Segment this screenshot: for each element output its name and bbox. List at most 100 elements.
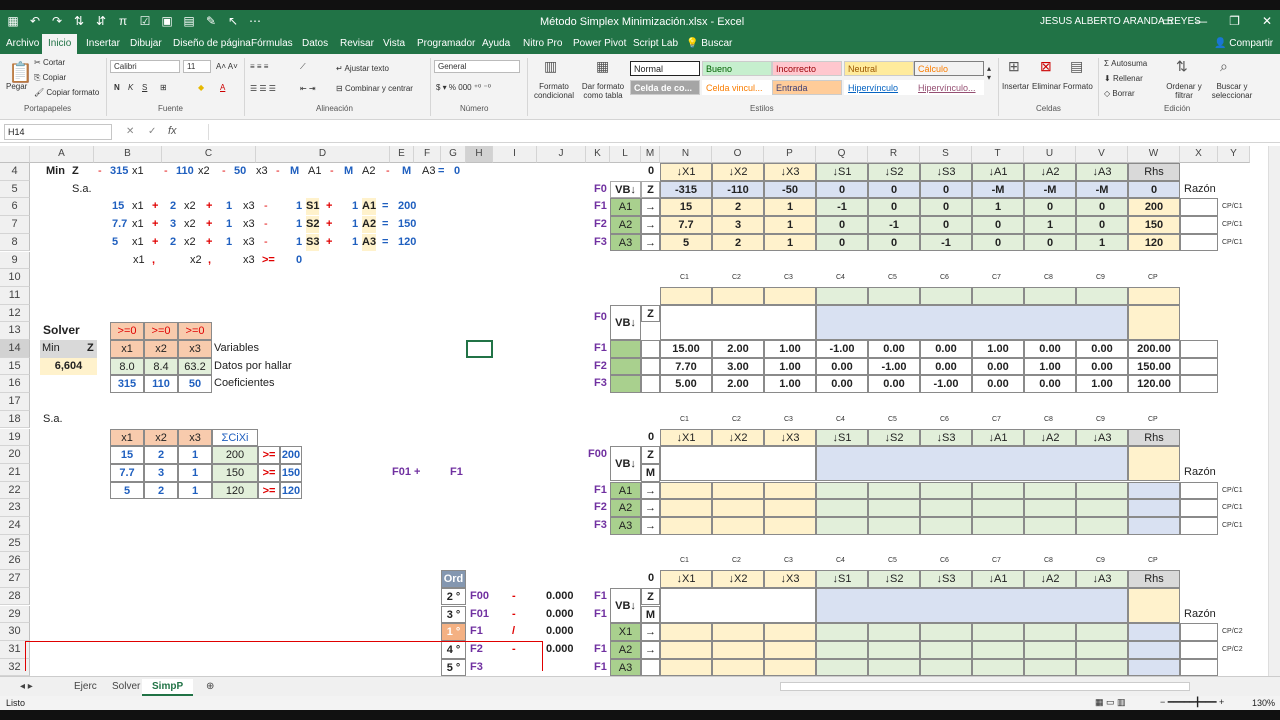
restore-icon[interactable]: ❐ — [1229, 14, 1240, 28]
style-linked-cell[interactable]: Celda vincul... — [702, 80, 772, 95]
tab-powerpivot[interactable]: Power Pivot — [573, 38, 626, 49]
row-header[interactable]: 21 — [0, 463, 30, 482]
format-table-icon[interactable]: ▦ — [596, 58, 609, 75]
enter-icon[interactable]: ✓ — [148, 126, 156, 137]
tab-ayuda[interactable]: Ayuda — [482, 38, 510, 49]
row-header[interactable]: 24 — [0, 517, 30, 535]
style-good[interactable]: Bueno — [702, 61, 772, 76]
column-header[interactable]: W — [1128, 146, 1180, 163]
row-header[interactable]: 20 — [0, 446, 30, 464]
column-header[interactable]: E — [390, 146, 414, 163]
sheet-nav-icon[interactable]: ◂ ▸ — [10, 679, 43, 694]
column-header[interactable]: L — [610, 146, 641, 163]
row-header[interactable]: 6 — [0, 198, 30, 217]
column-header[interactable]: V — [1076, 146, 1128, 163]
style-followed-hyperlink[interactable]: Hipervínculo... — [914, 80, 984, 95]
column-header[interactable]: B — [94, 146, 162, 163]
style-hyperlink[interactable]: Hipervínculo — [844, 80, 914, 95]
find-select-icon[interactable]: ⌕ — [1220, 58, 1228, 75]
column-header[interactable]: M — [641, 146, 660, 163]
format-cells-button[interactable]: Formato — [1063, 82, 1093, 91]
sort-asc-icon[interactable]: ⇅ — [72, 14, 86, 28]
zoom-level[interactable]: 130% — [1252, 698, 1275, 708]
tab-insertar[interactable]: Insertar — [86, 38, 120, 49]
style-normal[interactable]: Normal — [630, 61, 700, 76]
tab-nitro[interactable]: Nitro Pro — [523, 38, 562, 49]
row-header[interactable]: 29 — [0, 605, 30, 624]
column-header[interactable]: Y — [1218, 146, 1250, 163]
merge-center-button[interactable]: ⊟ Combinar y centrar — [336, 84, 413, 93]
tab-vista[interactable]: Vista — [383, 38, 405, 49]
sheet-tab-ejerc[interactable]: Ejerc — [64, 679, 107, 694]
column-header[interactable]: N — [660, 146, 712, 163]
worksheet-grid[interactable]: A B C D E F G H I J K L M N O P Q R S T U V W X Y 4 5 6 7 8 9 10 11 12 13 1… — [0, 146, 1268, 676]
row-header[interactable]: 14 — [0, 340, 30, 358]
clear-button[interactable]: ◇ Borrar — [1104, 89, 1135, 98]
undo-icon[interactable]: ↶ — [28, 14, 42, 28]
tab-formulas[interactable]: Fórmulas — [251, 38, 293, 49]
row-header[interactable]: 8 — [0, 233, 30, 252]
format-painter-button[interactable]: 🖌 Copiar formato — [34, 88, 99, 97]
row-header[interactable]: 30 — [0, 623, 30, 641]
more-icon[interactable]: ⋯ — [248, 14, 262, 28]
row-header[interactable]: 23 — [0, 499, 30, 517]
tab-datos[interactable]: Datos — [302, 38, 328, 49]
row-header[interactable]: 10 — [0, 269, 30, 287]
sort-filter-icon[interactable]: ⇅ — [1176, 58, 1188, 75]
styles-scroll-icon[interactable]: ▴ ▾ — [987, 64, 991, 82]
row-header[interactable]: 7 — [0, 216, 30, 234]
style-calc[interactable]: Cálculo — [914, 61, 984, 76]
orientation-icon[interactable]: ⟋ — [300, 62, 306, 72]
view-icons[interactable]: ▦ ▭ ▥ — [1095, 697, 1126, 708]
column-header[interactable]: K — [586, 146, 610, 163]
underline-icon[interactable]: S — [142, 83, 147, 92]
number-format-select[interactable]: General — [434, 60, 520, 73]
row-header[interactable]: 11 — [0, 286, 30, 305]
row-header[interactable]: 18 — [0, 410, 30, 429]
align-top-icon[interactable]: ≡ ≡ ≡ — [250, 62, 268, 71]
font-color-icon[interactable]: A — [220, 83, 225, 92]
fill-button[interactable]: ⬇ Rellenar — [1104, 74, 1143, 83]
border-icon[interactable]: ⊞ — [160, 83, 167, 92]
conditional-format-button[interactable]: Formato condicional — [529, 82, 579, 100]
add-sheet-icon[interactable]: ⊕ — [196, 679, 224, 694]
delete-cells-icon[interactable]: ⊠ — [1040, 58, 1052, 75]
copy-button[interactable]: ⎘ Copiar — [34, 73, 66, 83]
style-neutral[interactable]: Neutral — [844, 61, 914, 76]
row-header[interactable]: 4 — [0, 163, 30, 181]
tab-inicio[interactable]: Inicio — [42, 34, 78, 54]
column-header[interactable]: P — [764, 146, 816, 163]
horizontal-scrollbar[interactable] — [780, 682, 1190, 691]
tab-programador[interactable]: Programador — [417, 38, 475, 49]
column-header[interactable]: X — [1180, 146, 1218, 163]
row-header[interactable]: 13 — [0, 322, 30, 340]
column-header[interactable]: Q — [816, 146, 868, 163]
italic-icon[interactable]: K — [128, 83, 133, 92]
redo-icon[interactable]: ↷ — [50, 14, 64, 28]
row-header[interactable]: 22 — [0, 481, 30, 500]
column-header[interactable]: D — [256, 146, 390, 163]
tab-scriptlab[interactable]: Script Lab — [633, 38, 678, 49]
autosum-button[interactable]: Σ Autosuma — [1104, 59, 1147, 68]
currency-icon[interactable]: $ ▾ % 000 ⁺⁰ ⁻⁰ — [436, 83, 491, 92]
name-box[interactable]: H14 — [4, 124, 112, 140]
vertical-scrollbar[interactable] — [1268, 146, 1280, 676]
font-name-select[interactable]: Calibri — [110, 60, 180, 73]
cancel-icon[interactable]: ✕ — [126, 126, 134, 137]
grid-icon[interactable]: ▦ — [6, 14, 20, 28]
share-button[interactable]: 👤 Compartir — [1214, 38, 1273, 49]
sort-filter-button[interactable]: Ordenar y filtrar — [1164, 82, 1204, 100]
zoom-slider[interactable]: − ━━━━━╋━━━ + — [1160, 697, 1224, 708]
style-check-cell[interactable]: Celda de co... — [630, 80, 700, 95]
column-header[interactable]: G — [441, 146, 466, 163]
selected-cell[interactable] — [466, 340, 493, 358]
conditional-format-icon[interactable]: ▥ — [544, 58, 557, 75]
fill-color-icon[interactable]: ◆ — [198, 83, 204, 92]
font-size-select[interactable]: 11 — [183, 60, 211, 73]
row-header[interactable]: 9 — [0, 251, 30, 270]
tab-revisar[interactable]: Revisar — [340, 38, 374, 49]
cut-button[interactable]: ✂ Cortar — [34, 58, 65, 67]
image-icon[interactable]: ▣ — [160, 14, 174, 28]
insert-cells-button[interactable]: Insertar — [1002, 82, 1029, 91]
row-header[interactable]: 27 — [0, 570, 30, 588]
